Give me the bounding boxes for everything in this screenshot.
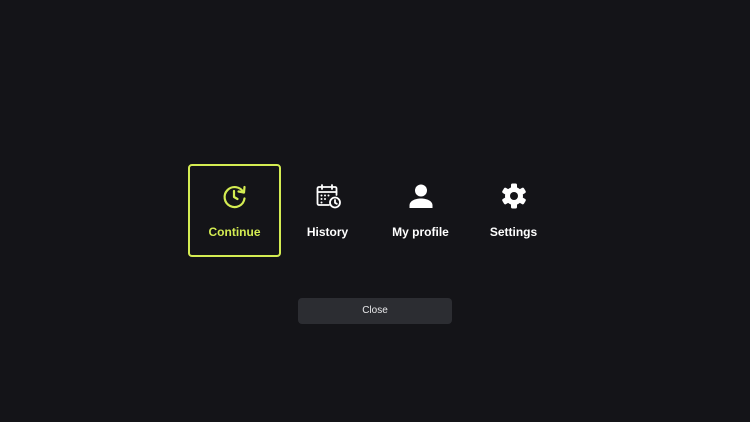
menu-item-label: History (306, 225, 349, 239)
person-icon (407, 182, 435, 210)
continue-clock-icon (221, 182, 249, 210)
menu-item-continue[interactable]: Continue (188, 164, 281, 257)
menu-item-label: My profile (392, 225, 449, 239)
overlay-screen: Continue History My profile Settings Clo… (0, 0, 750, 422)
menu-item-my-profile[interactable]: My profile (374, 164, 467, 257)
calendar-clock-icon (314, 182, 342, 210)
menu-item-settings[interactable]: Settings (467, 164, 560, 257)
menu-item-history[interactable]: History (281, 164, 374, 257)
menu-item-label: Continue (208, 225, 261, 239)
quick-menu: Continue History My profile Settings (188, 164, 560, 257)
menu-item-label: Settings (489, 225, 538, 239)
gear-icon (500, 182, 528, 210)
close-button[interactable]: Close (298, 298, 452, 324)
